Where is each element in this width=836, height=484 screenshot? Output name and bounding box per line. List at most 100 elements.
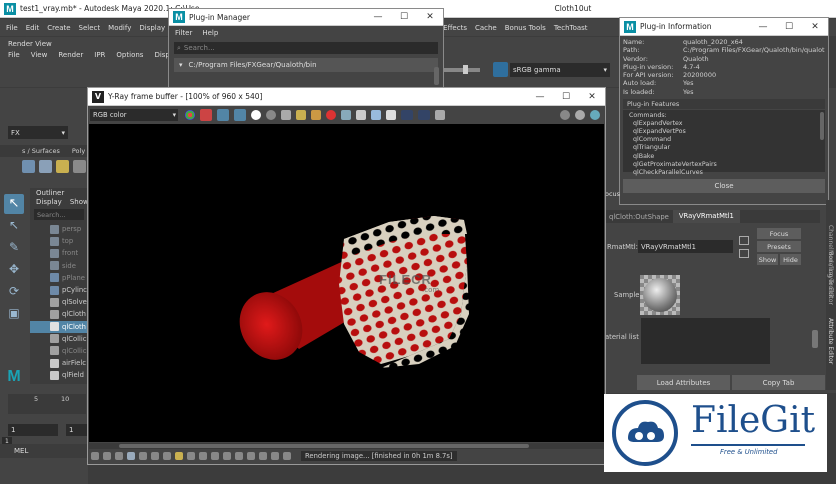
refresh-icon[interactable] bbox=[590, 109, 600, 120]
close-icon[interactable]: ✕ bbox=[802, 22, 828, 32]
render-icon[interactable] bbox=[401, 109, 413, 120]
menu-effects[interactable]: Effects bbox=[443, 24, 467, 32]
save-icon[interactable] bbox=[281, 109, 291, 120]
start-frame-field[interactable]: 1 bbox=[8, 424, 58, 436]
lasso-tool-icon[interactable]: ↖ bbox=[4, 218, 24, 236]
status-icon[interactable] bbox=[223, 452, 231, 460]
menu-create[interactable]: Create bbox=[47, 24, 70, 32]
menu-edit[interactable]: Edit bbox=[26, 24, 40, 32]
status-icon[interactable] bbox=[211, 452, 219, 460]
ipr-icon[interactable] bbox=[560, 109, 570, 120]
outliner-item[interactable]: qlSolve bbox=[30, 296, 88, 308]
show-button[interactable]: Show bbox=[757, 254, 778, 265]
menu-display[interactable]: Display bbox=[139, 24, 165, 32]
outliner-item[interactable]: airFielc bbox=[30, 357, 88, 369]
menu-bonus-tools[interactable]: Bonus Tools bbox=[505, 24, 546, 32]
status-icon[interactable] bbox=[247, 452, 255, 460]
outliner-item[interactable]: qlCollic bbox=[30, 345, 88, 357]
lens-effects-icon[interactable] bbox=[386, 109, 396, 120]
outliner-item[interactable]: qlCloth bbox=[30, 308, 88, 320]
minimize-icon[interactable]: — bbox=[365, 12, 391, 22]
material-list[interactable] bbox=[641, 318, 770, 364]
history-icon[interactable] bbox=[311, 109, 321, 120]
status-icon[interactable] bbox=[163, 452, 171, 460]
pm-menu-filter[interactable]: Filter bbox=[175, 29, 192, 37]
rv-menu-file[interactable]: File bbox=[8, 51, 20, 59]
side-tab-modeling-toolkit[interactable]: Modeling Toolkit bbox=[827, 250, 834, 298]
green-channel-icon[interactable] bbox=[217, 108, 229, 121]
menu-techtoast[interactable]: TechToast bbox=[554, 24, 588, 32]
copy-tab-button[interactable]: Copy Tab bbox=[732, 375, 825, 390]
output-connection-icon[interactable] bbox=[739, 249, 749, 258]
scrollbar[interactable] bbox=[812, 330, 818, 348]
maximize-icon[interactable]: ☐ bbox=[776, 22, 802, 32]
range-start-field[interactable]: 1 bbox=[66, 424, 88, 436]
rv-menu-render[interactable]: Render bbox=[58, 51, 83, 59]
render-canvas[interactable]: FILECR .com bbox=[89, 124, 604, 442]
outliner-item[interactable]: pCylinc bbox=[30, 284, 88, 296]
menu-cache[interactable]: Cache bbox=[475, 24, 497, 32]
pm-path-group[interactable]: ▾ C:/Program Files/FXGear/Qualoth/bin bbox=[174, 58, 438, 72]
time-slider[interactable]: 5 10 bbox=[8, 394, 86, 414]
maximize-icon[interactable]: ☐ bbox=[391, 12, 417, 22]
move-tool-icon[interactable]: ✥ bbox=[4, 262, 24, 280]
shelf-tab-surfaces[interactable]: s / Surfaces bbox=[22, 147, 60, 155]
rv-menu-ipr[interactable]: IPR bbox=[94, 51, 105, 59]
settings-icon[interactable] bbox=[435, 109, 445, 120]
outliner-item[interactable]: side bbox=[30, 260, 88, 272]
color-management-icon[interactable] bbox=[493, 62, 508, 77]
render-stamp-icon[interactable] bbox=[418, 109, 430, 120]
status-icon[interactable] bbox=[175, 452, 183, 460]
rgb-channels-icon[interactable] bbox=[185, 109, 195, 120]
ae-node-field[interactable]: VRayVRmatMtl1 bbox=[638, 240, 733, 253]
status-icon[interactable] bbox=[283, 452, 291, 460]
menu-select[interactable]: Select bbox=[79, 24, 101, 32]
mode-select[interactable]: FX ▾ bbox=[8, 126, 68, 139]
stop-icon[interactable] bbox=[575, 109, 585, 120]
status-icon[interactable] bbox=[115, 452, 123, 460]
outliner-item[interactable]: persp bbox=[30, 223, 88, 235]
menu-file[interactable]: File bbox=[6, 24, 18, 32]
load-attributes-button[interactable]: Load Attributes bbox=[637, 375, 730, 390]
outliner-menu-display[interactable]: Display bbox=[36, 198, 62, 206]
track-mouse-icon[interactable] bbox=[356, 109, 366, 120]
alpha-channel-icon[interactable] bbox=[251, 109, 261, 120]
outliner-item[interactable]: qlCollic bbox=[30, 333, 88, 345]
minimize-icon[interactable]: — bbox=[527, 92, 553, 102]
shelf-tab-poly[interactable]: Poly bbox=[72, 147, 85, 155]
shelf-tool-icon[interactable] bbox=[39, 160, 52, 173]
status-icon[interactable] bbox=[259, 452, 267, 460]
shelf-tool-icon[interactable] bbox=[22, 160, 35, 173]
status-icon[interactable] bbox=[139, 452, 147, 460]
exposure-slider-handle[interactable] bbox=[463, 65, 468, 74]
status-icon[interactable] bbox=[187, 452, 195, 460]
status-icon[interactable] bbox=[151, 452, 159, 460]
pm-search-input[interactable]: ⌕ Search... bbox=[174, 42, 438, 54]
status-icon[interactable] bbox=[127, 452, 135, 460]
load-icon[interactable] bbox=[296, 109, 306, 120]
status-icon[interactable] bbox=[271, 452, 279, 460]
menu-modify[interactable]: Modify bbox=[108, 24, 131, 32]
status-icon[interactable] bbox=[91, 452, 99, 460]
rv-menu-view[interactable]: View bbox=[31, 51, 48, 59]
shelf-tool-icon[interactable] bbox=[56, 160, 69, 173]
scale-tool-icon[interactable]: ▣ bbox=[4, 306, 24, 324]
maximize-icon[interactable]: ☐ bbox=[553, 92, 579, 102]
hide-button[interactable]: Hide bbox=[780, 254, 801, 265]
outliner-search-input[interactable]: Search... bbox=[34, 209, 84, 220]
outliner-item[interactable]: pPlane bbox=[30, 272, 88, 284]
close-icon[interactable]: ✕ bbox=[579, 92, 605, 102]
minimize-icon[interactable]: — bbox=[750, 22, 776, 32]
mono-channel-icon[interactable] bbox=[266, 109, 276, 120]
status-icon[interactable] bbox=[199, 452, 207, 460]
region-icon[interactable] bbox=[341, 109, 351, 120]
material-swatch[interactable] bbox=[640, 275, 680, 315]
close-button[interactable]: Close bbox=[623, 179, 825, 194]
pm-menu-help[interactable]: Help bbox=[202, 29, 218, 37]
rotate-tool-icon[interactable]: ⟳ bbox=[4, 284, 24, 302]
command-line-label[interactable]: MEL bbox=[14, 447, 28, 455]
ae-tab-vraymtl[interactable]: VRayVRmatMtl1 bbox=[672, 210, 740, 223]
scrollbar[interactable] bbox=[820, 112, 824, 141]
status-icon[interactable] bbox=[103, 452, 111, 460]
side-tab-attribute-editor[interactable]: Attribute Editor bbox=[827, 318, 834, 364]
